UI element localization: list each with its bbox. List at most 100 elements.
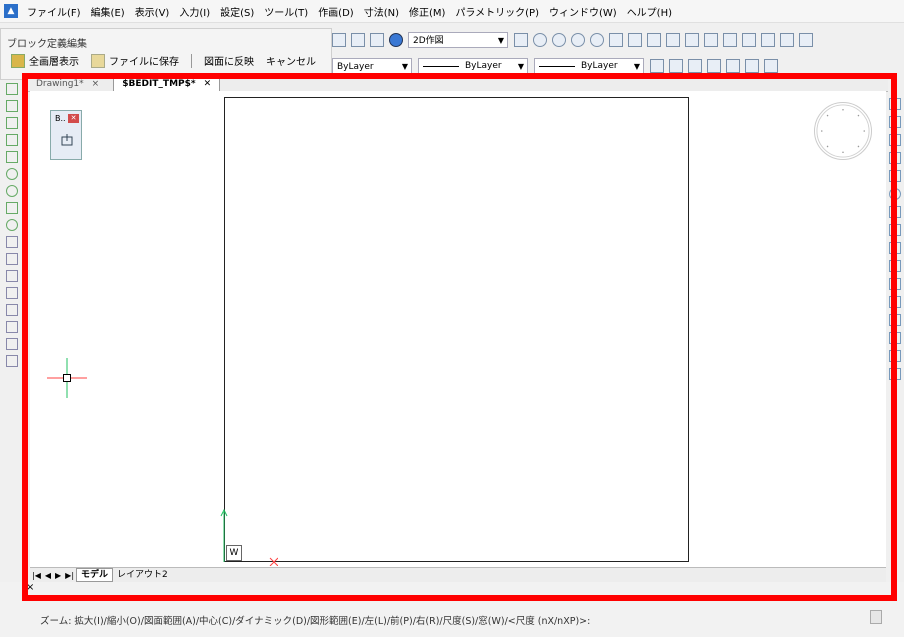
menu-parametric[interactable]: パラメトリック(P)	[450, 4, 544, 19]
zoom-in-icon[interactable]	[533, 33, 547, 47]
rectangle-icon[interactable]	[6, 151, 18, 163]
layer-icon[interactable]	[685, 33, 699, 47]
polygon-icon[interactable]	[6, 134, 18, 146]
offset-icon[interactable]	[889, 152, 901, 164]
block-parameter-icon[interactable]	[60, 133, 74, 147]
menu-tools[interactable]: ツール(T)	[259, 4, 313, 19]
line-tool-icon[interactable]	[669, 59, 683, 73]
tool-palette-icon[interactable]	[723, 33, 737, 47]
close-icon[interactable]: ×	[92, 78, 100, 91]
pan-icon[interactable]	[609, 33, 623, 47]
color-dropdown[interactable]: ByLayer ▼	[332, 58, 412, 74]
construction-line-icon[interactable]	[6, 100, 18, 112]
last-tab-button[interactable]: ▶|	[65, 571, 74, 580]
help-icon[interactable]	[389, 33, 403, 47]
menu-edit[interactable]: 編集(E)	[86, 4, 130, 19]
chamfer-icon[interactable]	[889, 314, 901, 326]
menu-insert[interactable]: 入力(I)	[174, 4, 215, 19]
block-authoring-palette[interactable]: B.. ✕	[50, 110, 82, 160]
refresh-icon[interactable]	[514, 33, 528, 47]
workspace-value: 2D作図	[413, 36, 444, 46]
orbit-icon[interactable]	[628, 33, 642, 47]
command-prompt[interactable]: ズーム: 拡大(I)/縮小(O)/図面範囲(A)/中心(C)/ダイナミック(D)…	[40, 613, 590, 627]
tab-bedit-tmp[interactable]: $BEDIT_TMP$* ✕	[113, 77, 221, 91]
erase-icon[interactable]	[889, 368, 901, 380]
viewcube-compass[interactable]	[814, 102, 872, 160]
make-block-icon[interactable]	[6, 253, 18, 265]
polyline-icon[interactable]	[6, 117, 18, 129]
point-icon[interactable]	[6, 270, 18, 282]
save-to-file-button[interactable]: ファイルに保存	[91, 53, 179, 68]
cancel-button[interactable]: キャンセル	[266, 53, 316, 68]
menu-view[interactable]: 表示(V)	[130, 4, 175, 19]
lineweight-dropdown[interactable]: ByLayer ▼	[534, 58, 644, 74]
break-icon[interactable]	[889, 278, 901, 290]
tab-layout2[interactable]: レイアウト2	[113, 569, 172, 581]
menu-dimension[interactable]: 寸法(N)	[359, 4, 404, 19]
properties-icon[interactable]	[370, 33, 384, 47]
menu-file[interactable]: ファイル(F)	[22, 4, 86, 19]
display-icon[interactable]	[666, 33, 680, 47]
table-icon[interactable]	[6, 338, 18, 350]
multiline-text-icon[interactable]	[6, 355, 18, 367]
sheet-icon[interactable]	[761, 33, 775, 47]
dimension-icon[interactable]	[650, 59, 664, 73]
tab-drawing1[interactable]: Drawing1* ×	[28, 78, 107, 91]
join-icon[interactable]	[889, 296, 901, 308]
zoom-realtime-icon[interactable]	[590, 33, 604, 47]
workspace-dropdown[interactable]: 2D作図 ▼	[408, 32, 508, 48]
apply-to-drawing-button[interactable]: 図面に反映	[204, 53, 254, 68]
zoom-window-icon[interactable]	[571, 33, 585, 47]
region-icon[interactable]	[6, 321, 18, 333]
gradient-icon[interactable]	[6, 304, 18, 316]
hatch-tool-icon[interactable]	[764, 59, 778, 73]
move-icon[interactable]	[889, 98, 901, 110]
hatch-icon[interactable]	[6, 287, 18, 299]
trim-icon[interactable]	[889, 242, 901, 254]
insert-block-icon[interactable]	[6, 236, 18, 248]
linetype-dropdown[interactable]: ByLayer ▼	[418, 58, 528, 74]
array-icon[interactable]	[889, 170, 901, 182]
menu-help[interactable]: ヘルプ(H)	[622, 4, 677, 19]
circle-tool-icon[interactable]	[726, 59, 740, 73]
app-logo-icon[interactable]: ▲	[4, 4, 18, 18]
new-drawing-icon[interactable]	[332, 33, 346, 47]
next-tab-button[interactable]: ▶	[55, 571, 61, 580]
menu-settings[interactable]: 設定(S)	[215, 4, 259, 19]
rectangle-tool-icon[interactable]	[707, 59, 721, 73]
first-tab-button[interactable]: |◀	[32, 571, 41, 580]
lineweight-sample	[539, 65, 575, 67]
show-all-layers-button[interactable]: 全画層表示	[11, 53, 79, 68]
prev-tab-button[interactable]: ◀	[45, 571, 51, 580]
line-icon[interactable]	[6, 83, 18, 95]
arc-icon[interactable]	[6, 168, 18, 180]
menu-modify[interactable]: 修正(M)	[404, 4, 450, 19]
named-view-icon[interactable]	[647, 33, 661, 47]
cube-icon[interactable]	[704, 33, 718, 47]
command-scrollbar[interactable]	[870, 610, 882, 624]
zoom-out-icon[interactable]	[552, 33, 566, 47]
scale-icon[interactable]	[889, 206, 901, 218]
close-icon[interactable]: ×	[26, 582, 34, 593]
rotate-icon[interactable]	[889, 188, 901, 200]
table-icon[interactable]	[799, 33, 813, 47]
menu-window[interactable]: ウィンドウ(W)	[544, 4, 622, 19]
spline-icon[interactable]	[6, 202, 18, 214]
mirror-icon[interactable]	[889, 134, 901, 146]
extend-icon[interactable]	[889, 260, 901, 272]
close-icon[interactable]: ✕	[204, 78, 212, 91]
circle-icon[interactable]	[6, 185, 18, 197]
stretch-icon[interactable]	[889, 224, 901, 236]
design-center-icon[interactable]	[780, 33, 794, 47]
ellipse-icon[interactable]	[6, 219, 18, 231]
explode-icon[interactable]	[889, 350, 901, 362]
menu-draw[interactable]: 作画(D)	[313, 4, 359, 19]
arc-tool-icon[interactable]	[688, 59, 702, 73]
copy-icon[interactable]	[889, 116, 901, 128]
fillet-icon[interactable]	[889, 332, 901, 344]
viewport-icon[interactable]	[742, 33, 756, 47]
close-icon[interactable]: ✕	[68, 114, 79, 123]
polyline-tool-icon[interactable]	[745, 59, 759, 73]
tab-model[interactable]: モデル	[76, 568, 114, 582]
pencil-icon[interactable]	[351, 33, 365, 47]
